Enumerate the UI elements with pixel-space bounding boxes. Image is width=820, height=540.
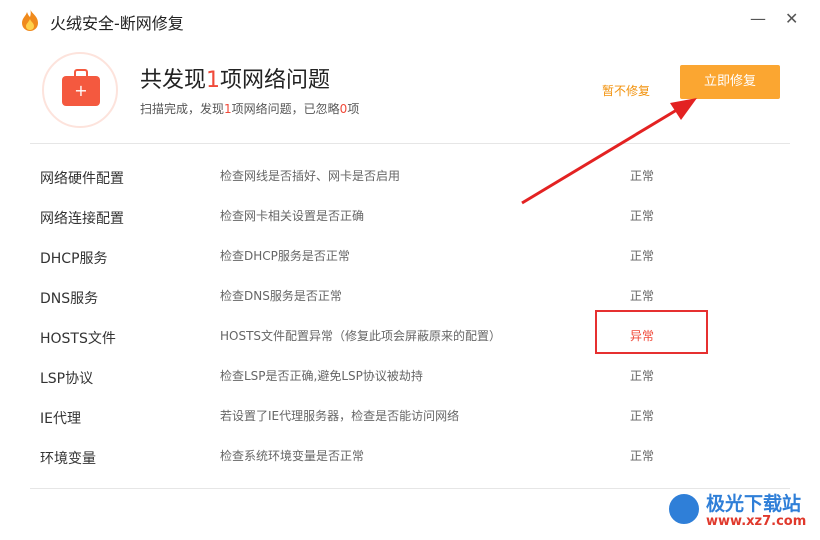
annotation-highlight-box [595, 310, 708, 354]
watermark-text: 极光下载站 [706, 493, 802, 515]
check-item-row: DNS服务 检查DNS服务是否正常 正常 [0, 275, 820, 315]
check-item-row: DHCP服务 检查DHCP服务是否正常 正常 [0, 235, 820, 275]
check-item-name: 网络硬件配置 [40, 171, 124, 187]
repair-now-button[interactable]: 立即修复 [680, 65, 780, 99]
check-item-row: IE代理 若设置了IE代理服务器，检查是否能访问网络 正常 [0, 395, 820, 435]
summary-count: 1 [206, 68, 221, 93]
summary-subtitle: 扫描完成，发现1项网络问题，已忽略0项 [140, 100, 359, 117]
check-item-desc: 检查DHCP服务是否正常 [220, 249, 350, 263]
check-item-status: 正常 [630, 369, 655, 383]
summary-suffix: 项网络问题 [220, 68, 331, 93]
minimize-button[interactable]: — [750, 10, 766, 28]
check-item-desc: 检查系统环境变量是否正常 [220, 449, 365, 463]
check-item-desc: 检查网线是否插好、网卡是否启用 [220, 169, 401, 183]
check-item-desc: 检查LSP是否正确,避免LSP协议被劫持 [220, 369, 423, 383]
check-item-desc: 若设置了IE代理服务器，检查是否能访问网络 [220, 409, 460, 423]
check-item-name: DNS服务 [40, 291, 99, 307]
check-item-name: LSP协议 [40, 371, 94, 387]
check-item-row: 环境变量 检查系统环境变量是否正常 正常 [0, 435, 820, 475]
skip-repair-link[interactable]: 暂不修复 [602, 82, 650, 99]
huorong-flame-icon [22, 9, 38, 31]
watermark: 极光下载站 www.xz7.com [666, 487, 816, 537]
check-item-row: LSP协议 检查LSP是否正确,避免LSP协议被劫持 正常 [0, 355, 820, 395]
summary-title: 共发现1项网络问题 [140, 62, 330, 94]
check-item-status: 正常 [630, 449, 655, 463]
summary-prefix: 共发现 [140, 68, 207, 93]
sub-text-a: 扫描完成，发现 [140, 102, 225, 116]
title-bar: 火绒安全-断网修复 — ✕ [0, 0, 820, 40]
check-item-name: HOSTS文件 [40, 331, 116, 347]
watermark-url: www.xz7.com [706, 514, 807, 529]
sub-text-c: 项 [347, 102, 360, 116]
check-item-status: 正常 [630, 249, 655, 263]
check-item-status: 正常 [630, 289, 655, 303]
check-item-name: IE代理 [40, 411, 81, 427]
watermark-logo-icon [666, 491, 702, 527]
sub-text-b: 项网络问题，已忽略 [231, 102, 340, 116]
check-item-name: 网络连接配置 [40, 211, 124, 227]
window-title: 火绒安全-断网修复 [50, 14, 184, 33]
check-item-desc: HOSTS文件配置异常（修复此项会屏蔽原来的配置） [220, 329, 502, 343]
check-item-desc: 检查网卡相关设置是否正确 [220, 209, 365, 223]
check-item-status: 正常 [630, 209, 655, 223]
check-item-status: 正常 [630, 169, 655, 183]
check-item-row: 网络硬件配置 检查网线是否插好、网卡是否启用 正常 [0, 155, 820, 195]
scan-summary-header: + 共发现1项网络问题 扫描完成，发现1项网络问题，已忽略0项 暂不修复 立即修… [0, 40, 820, 143]
close-button[interactable]: ✕ [785, 10, 798, 28]
check-item-name: 环境变量 [40, 451, 96, 467]
first-aid-kit-icon: + [62, 69, 100, 106]
check-item-status: 正常 [630, 409, 655, 423]
check-item-name: DHCP服务 [40, 251, 108, 267]
kit-icon-circle: + [42, 52, 118, 128]
found-count: 1 [224, 102, 232, 116]
check-item-desc: 检查DNS服务是否正常 [220, 289, 342, 303]
divider [30, 143, 790, 144]
plus-icon: + [74, 81, 88, 100]
check-item-row: 网络连接配置 检查网卡相关设置是否正确 正常 [0, 195, 820, 235]
